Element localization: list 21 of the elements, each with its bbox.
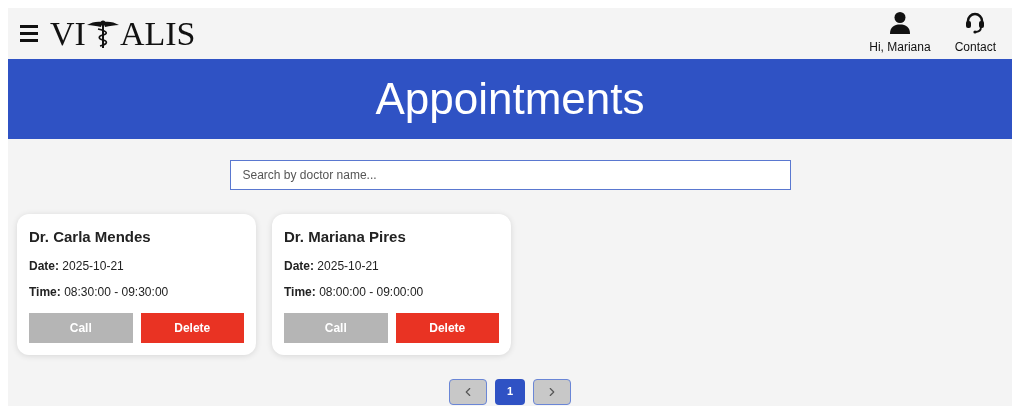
menu-icon[interactable] — [20, 25, 38, 42]
doctor-name: Dr. Mariana Pires — [284, 227, 407, 247]
appointment-time: Time: 08:00:00 - 09:00:00 — [284, 283, 425, 301]
contact-link[interactable]: Contact — [954, 37, 996, 56]
delete-button[interactable]: Delete — [395, 312, 499, 343]
page-title: Appointments — [375, 73, 645, 125]
logo-text: ALIS — [119, 16, 196, 51]
caduceus-icon — [85, 18, 120, 49]
delete-button[interactable]: Delete — [140, 312, 244, 343]
user-icon — [889, 11, 910, 34]
page-button[interactable]: 1 — [495, 378, 525, 405]
previous-page-button[interactable] — [449, 378, 487, 405]
greeting-link[interactable]: Hi, Mariana — [869, 37, 931, 56]
logo-text: VI — [50, 16, 86, 51]
appointment-date: Date: 2025-10-21 — [29, 257, 125, 275]
appointment-date: Date: 2025-10-21 — [284, 257, 380, 275]
appointment-time: Time: 08:30:00 - 09:30:00 — [29, 283, 170, 301]
next-page-button[interactable] — [533, 378, 571, 405]
headset-icon — [965, 11, 986, 34]
search-field[interactable]: Search by doctor name... — [229, 160, 791, 190]
doctor-name: Dr. Carla Mendes — [29, 227, 152, 247]
